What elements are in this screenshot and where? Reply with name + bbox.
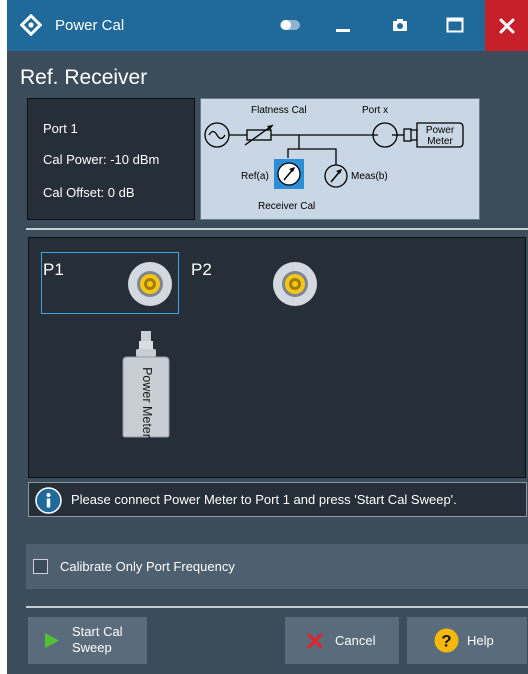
maximize-button[interactable] (440, 8, 470, 42)
port1-connector-icon[interactable] (127, 261, 173, 307)
ref-receiver-diagram: Flatness Cal Port x Power Meter Ref(a) M… (200, 98, 480, 220)
calibrate-only-port-frequency-label[interactable]: Calibrate Only Port Frequency (60, 559, 235, 574)
calibrate-only-port-frequency-checkbox[interactable] (33, 559, 48, 574)
port1-label: P1 (43, 260, 64, 279)
cal-power-value: Cal Power: -10 dBm (43, 152, 160, 167)
close-icon (499, 18, 514, 33)
info-icon (35, 487, 62, 514)
question-icon: ? (434, 628, 459, 653)
svg-text:?: ? (441, 632, 451, 651)
close-button[interactable] (485, 0, 528, 51)
toggle-icon (280, 20, 300, 30)
minimize-button[interactable] (327, 8, 359, 42)
port-x-text: Port x (362, 105, 388, 116)
diagram-svg: Flatness Cal Port x Power Meter Ref(a) M… (204, 105, 464, 212)
divider (26, 228, 528, 230)
ref-a-text: Ref(a) (241, 171, 269, 182)
start-label-line2: Sweep (72, 640, 112, 655)
ref-receiver-meter-icon (277, 162, 301, 186)
port2-label: P2 (191, 260, 212, 279)
maximize-icon (446, 17, 464, 33)
power-meter-label-1: Power (426, 125, 455, 136)
power-meter-label-2: Meter (427, 136, 453, 147)
port2-connector-icon[interactable] (272, 261, 318, 307)
power-meter-connector-icon (403, 128, 418, 142)
cancel-label: Cancel (335, 633, 376, 648)
start-cal-sweep-label: Start Cal Sweep (72, 624, 142, 656)
attenuator-icon (244, 124, 274, 146)
power-cal-window: Power Cal Ref. Receiver Port 1 Cal Power… (7, 0, 528, 674)
cal-info-panel: Port 1 Cal Power: -10 dBm Cal Offset: 0 … (27, 98, 195, 220)
help-button[interactable]: ? Help (407, 617, 527, 664)
title-bar[interactable]: Power Cal (7, 0, 528, 51)
power-meter-text-wrap: Power Meter (121, 366, 171, 438)
meas-receiver-meter-icon (324, 164, 348, 188)
flatness-cal-text: Flatness Cal (251, 105, 307, 116)
source-icon (204, 122, 230, 148)
page-title: Ref. Receiver (20, 66, 148, 89)
start-label-line1: Start Cal (72, 624, 123, 639)
divider (26, 606, 528, 608)
cal-offset-value: Cal Offset: 0 dB (43, 185, 135, 200)
calibrate-only-port-frequency-row[interactable]: Calibrate Only Port Frequency (26, 544, 528, 589)
receiver-cal-text: Receiver Cal (258, 201, 315, 212)
port-value: Port 1 (43, 121, 78, 136)
start-cal-sweep-button[interactable]: Start Cal Sweep (28, 617, 147, 664)
x-icon (307, 633, 323, 649)
meas-b-text: Meas(b) (351, 171, 388, 182)
toggle-button[interactable] (275, 8, 305, 42)
window-title: Power Cal (55, 17, 125, 34)
power-meter-label: Power Meter (139, 366, 154, 438)
info-message: Please connect Power Meter to Port 1 and… (28, 482, 527, 517)
port-setup-canvas: P1 P2 Power Meter (28, 237, 526, 478)
cancel-button[interactable]: Cancel (285, 617, 399, 664)
message-text: Please connect Power Meter to Port 1 and… (71, 492, 457, 507)
help-label: Help (467, 633, 494, 648)
minimize-icon (336, 29, 350, 32)
camera-icon (393, 19, 407, 31)
screenshot-button[interactable] (385, 8, 415, 42)
rs-diamond-icon (20, 14, 42, 36)
play-icon (45, 633, 59, 648)
